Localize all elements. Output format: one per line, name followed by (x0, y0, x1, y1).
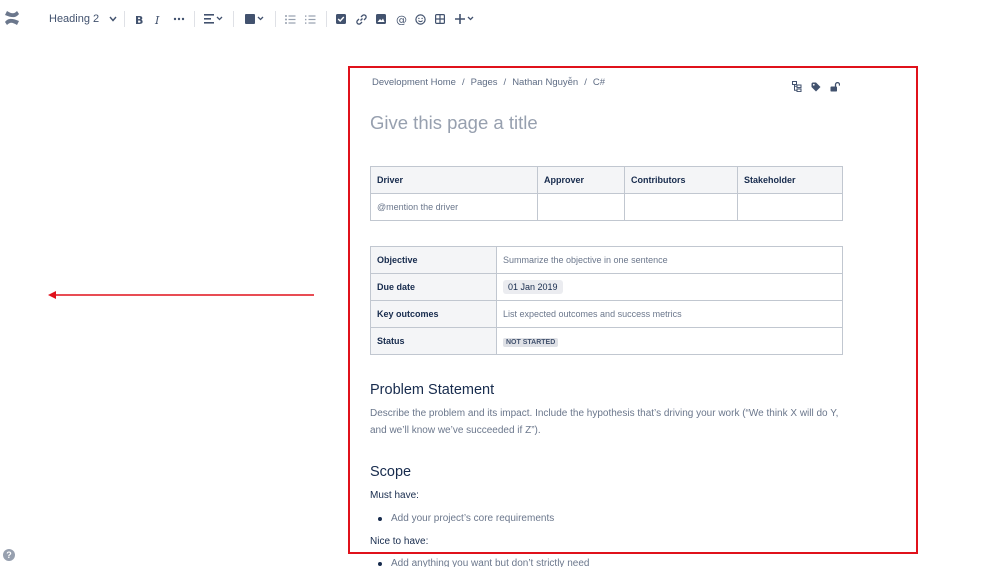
must-have-item: Add your project’s core requirements (391, 513, 555, 524)
toolbar-divider (326, 11, 327, 27)
list-item: Add your project’s core requirements (378, 513, 554, 524)
status-lozenge[interactable]: NOT STARTED (503, 337, 559, 347)
confluence-logo-icon[interactable] (4, 9, 20, 27)
annotation-arrow-icon (48, 291, 314, 299)
bullet-dot-icon (378, 516, 382, 521)
problem-statement-heading: Problem Statement (370, 382, 495, 398)
breadcrumb: Development Home / Pages / Nathan Nguyễn… (372, 77, 605, 88)
due-date-chip[interactable]: 01 Jan 2019 (503, 280, 563, 294)
bullet-dot-icon (378, 561, 382, 566)
page-editor: Development Home / Pages / Nathan Nguyễn… (348, 66, 918, 554)
toolbar-divider (233, 11, 234, 27)
problem-statement-line-1: Describe the problem and its impact. Inc… (370, 408, 839, 419)
objective-label[interactable]: Objective (370, 246, 497, 274)
table-icon[interactable] (434, 10, 446, 28)
table-header-cell[interactable]: Stakeholder (737, 166, 843, 194)
svg-text:I: I (154, 14, 160, 25)
text-color-button[interactable] (244, 10, 266, 28)
label-tag-icon[interactable] (811, 79, 821, 97)
status-label[interactable]: Status (370, 327, 497, 355)
table-row: @mention the driver (370, 193, 843, 221)
page-tools (792, 79, 841, 97)
toolbar-divider (194, 11, 195, 27)
table-header-cell[interactable]: Driver (370, 166, 538, 194)
svg-text:@: @ (396, 14, 407, 25)
roles-table: Driver Approver Contributors Stakeholder… (370, 166, 843, 221)
table-row: Due date 01 Jan 2019 (370, 273, 843, 301)
bold-button[interactable]: B (133, 10, 145, 28)
contributors-cell[interactable] (624, 193, 738, 221)
objective-value[interactable]: Summarize the objective in one sentence (496, 246, 843, 274)
text-alignment-button[interactable] (203, 10, 225, 28)
italic-button[interactable]: I (152, 10, 164, 28)
breadcrumb-development-home[interactable]: Development Home (372, 77, 456, 88)
breadcrumb-separator: / (503, 77, 507, 88)
breadcrumb-separator: / (461, 77, 465, 88)
status-cell[interactable]: NOT STARTED (496, 327, 843, 355)
table-header-cell[interactable]: Contributors (624, 166, 738, 194)
nice-to-have-label: Nice to have: (370, 536, 429, 547)
more-formatting-icon[interactable] (172, 10, 186, 28)
restrictions-unlock-icon[interactable] (830, 79, 841, 97)
table-row: Status NOT STARTED (370, 327, 843, 355)
due-date-label[interactable]: Due date (370, 273, 497, 301)
task-checkbox-icon[interactable] (335, 10, 347, 28)
approver-cell[interactable] (537, 193, 625, 221)
key-outcomes-label[interactable]: Key outcomes (370, 300, 497, 328)
breadcrumb-user[interactable]: Nathan Nguyễn (512, 77, 578, 88)
page-tree-icon[interactable] (792, 79, 802, 97)
numbered-list-icon[interactable] (304, 10, 316, 28)
toolbar-divider (124, 11, 125, 27)
due-date-cell[interactable]: 01 Jan 2019 (496, 273, 843, 301)
nice-to-have-item: Add anything you want but don’t strictly… (391, 558, 590, 567)
table-row: Objective Summarize the objective in one… (370, 246, 843, 274)
problem-statement-line-2: and we’ll know we’ve succeeded if Z”). (370, 425, 541, 436)
details-table: Objective Summarize the objective in one… (370, 246, 843, 355)
breadcrumb-current[interactable]: C# (593, 77, 605, 88)
stakeholder-cell[interactable] (737, 193, 843, 221)
link-icon[interactable] (355, 10, 367, 28)
svg-text:B: B (135, 14, 143, 25)
heading-style-label: Heading 2 (49, 13, 100, 25)
bullet-list-icon[interactable] (284, 10, 296, 28)
chevron-down-icon (109, 13, 117, 25)
must-have-label: Must have: (370, 490, 419, 501)
table-row: Key outcomes List expected outcomes and … (370, 300, 843, 328)
breadcrumb-pages[interactable]: Pages (471, 77, 498, 88)
page-title-input[interactable]: Give this page a title (370, 112, 538, 134)
list-item: Add anything you want but don’t strictly… (378, 558, 589, 567)
breadcrumb-separator: / (584, 77, 587, 88)
mention-icon[interactable]: @ (394, 10, 408, 28)
heading-style-select[interactable]: Heading 2 (44, 9, 117, 29)
toolbar-divider (275, 11, 276, 27)
driver-cell[interactable]: @mention the driver (370, 193, 538, 221)
table-header-cell[interactable]: Approver (537, 166, 625, 194)
table-header-row: Driver Approver Contributors Stakeholder (370, 166, 843, 194)
emoji-icon[interactable] (414, 10, 426, 28)
image-icon[interactable] (375, 10, 387, 28)
help-icon[interactable]: ? (3, 549, 15, 561)
editor-toolbar: Heading 2 B I @ (0, 0, 998, 38)
scope-heading: Scope (370, 464, 412, 480)
key-outcomes-value[interactable]: List expected outcomes and success metri… (496, 300, 843, 328)
insert-more-button[interactable] (454, 10, 476, 28)
